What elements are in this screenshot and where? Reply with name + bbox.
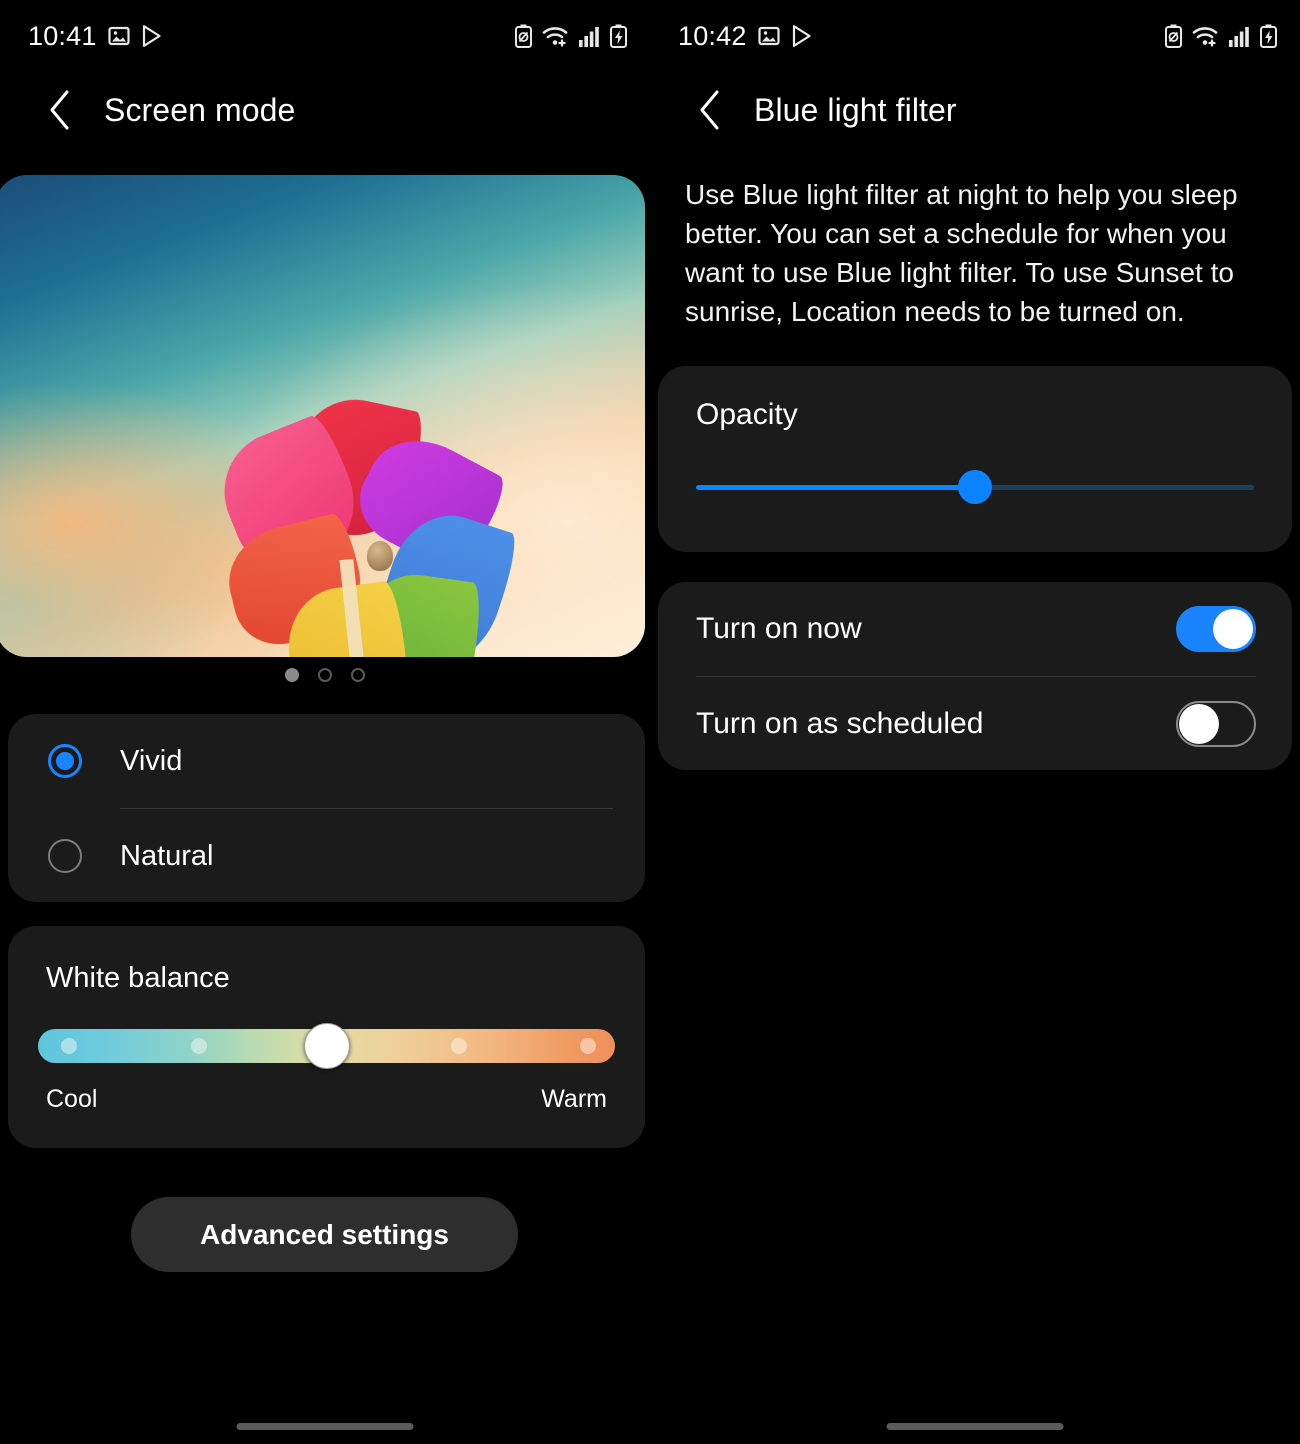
screen-mode-preview-image[interactable]: [0, 175, 645, 657]
switch-knob: [1179, 704, 1219, 744]
mode-option-label: Natural: [120, 839, 214, 872]
mode-option-vivid[interactable]: Vivid: [8, 714, 645, 808]
white-balance-tick: [61, 1038, 78, 1054]
status-bar-right: 10:42: [650, 0, 1300, 72]
wifi-icon: [1192, 26, 1218, 47]
page-dot[interactable]: [318, 668, 332, 682]
header-screen-mode: Screen mode: [0, 72, 650, 148]
gesture-navigation-bar[interactable]: [886, 1423, 1064, 1430]
chevron-left-icon: [700, 90, 719, 130]
status-time: 10:41: [28, 20, 97, 51]
page-title: Blue light filter: [754, 91, 957, 128]
toggle-row-turn-on-as-scheduled[interactable]: Turn on as scheduled: [658, 677, 1292, 771]
image-icon: [757, 26, 780, 46]
screen-mode-panel: 10:41 Screen mode Vivid Natural White ba…: [0, 0, 650, 1444]
back-button[interactable]: [690, 90, 730, 130]
white-balance-tick: [190, 1038, 207, 1054]
header-blue-light-filter: Blue light filter: [650, 72, 1300, 148]
white-balance-min-label: Cool: [46, 1085, 98, 1113]
opacity-slider[interactable]: [696, 470, 1254, 504]
battery-charging-icon: [610, 24, 627, 48]
opacity-title: Opacity: [696, 398, 798, 431]
power-saving-icon: [515, 24, 532, 48]
turn-on-as-scheduled-switch[interactable]: [1176, 701, 1256, 747]
white-balance-slider[interactable]: [38, 1023, 615, 1069]
preview-page-indicator: [0, 668, 650, 682]
page-dot[interactable]: [351, 668, 365, 682]
mode-option-label: Vivid: [120, 744, 183, 777]
status-bar-left: 10:41: [0, 0, 650, 72]
pinwheel-hub: [367, 541, 393, 571]
opacity-card: Opacity: [658, 366, 1292, 552]
white-balance-tick: [450, 1038, 467, 1054]
toggle-label: Turn on now: [696, 612, 862, 645]
chevron-left-icon: [50, 90, 69, 130]
toggle-label: Turn on as scheduled: [696, 707, 984, 740]
screen-mode-options-card: Vivid Natural: [8, 714, 645, 902]
power-saving-icon: [1165, 24, 1182, 48]
wifi-icon: [542, 26, 568, 47]
play-store-icon: [142, 25, 161, 47]
radio-button-unselected-icon[interactable]: [48, 839, 82, 873]
status-bar-left-group: 10:41: [28, 21, 163, 52]
opacity-slider-thumb[interactable]: [958, 470, 992, 504]
gesture-navigation-bar[interactable]: [236, 1423, 414, 1430]
signal-icon: [579, 27, 599, 47]
white-balance-max-label: Warm: [541, 1085, 607, 1113]
blue-light-filter-description: Use Blue light filter at night to help y…: [685, 179, 1238, 327]
radio-button-selected-icon[interactable]: [48, 744, 82, 778]
blue-light-toggles-card: Turn on now Turn on as scheduled: [658, 582, 1292, 770]
toggle-row-turn-on-now[interactable]: Turn on now: [658, 582, 1292, 676]
status-time: 10:42: [678, 20, 747, 51]
mode-option-natural[interactable]: Natural: [8, 809, 645, 903]
opacity-track-fill: [696, 485, 975, 490]
white-balance-title: White balance: [46, 962, 230, 994]
turn-on-now-switch[interactable]: [1176, 606, 1256, 652]
white-balance-range-labels: Cool Warm: [8, 1063, 645, 1114]
image-icon: [107, 26, 130, 46]
dual-screenshot-composite: 10:41 Screen mode Vivid Natural White ba…: [0, 0, 1300, 1444]
signal-icon: [1229, 27, 1249, 47]
status-bar-right-group: [1164, 24, 1278, 49]
white-balance-thumb[interactable]: [303, 1023, 350, 1069]
play-store-icon: [792, 25, 811, 47]
status-bar-right-group: [514, 24, 628, 49]
status-bar-left-group: 10:42: [678, 21, 813, 52]
page-dot-active[interactable]: [285, 668, 299, 682]
back-button[interactable]: [40, 90, 80, 130]
blue-light-filter-panel: 10:42 Blue light filter Use Blue light f…: [650, 0, 1300, 1444]
advanced-settings-button[interactable]: Advanced settings: [131, 1197, 518, 1272]
battery-charging-icon: [1260, 24, 1277, 48]
switch-knob: [1213, 609, 1253, 649]
page-title: Screen mode: [104, 91, 296, 128]
white-balance-card: White balance Cool Warm: [8, 926, 645, 1148]
